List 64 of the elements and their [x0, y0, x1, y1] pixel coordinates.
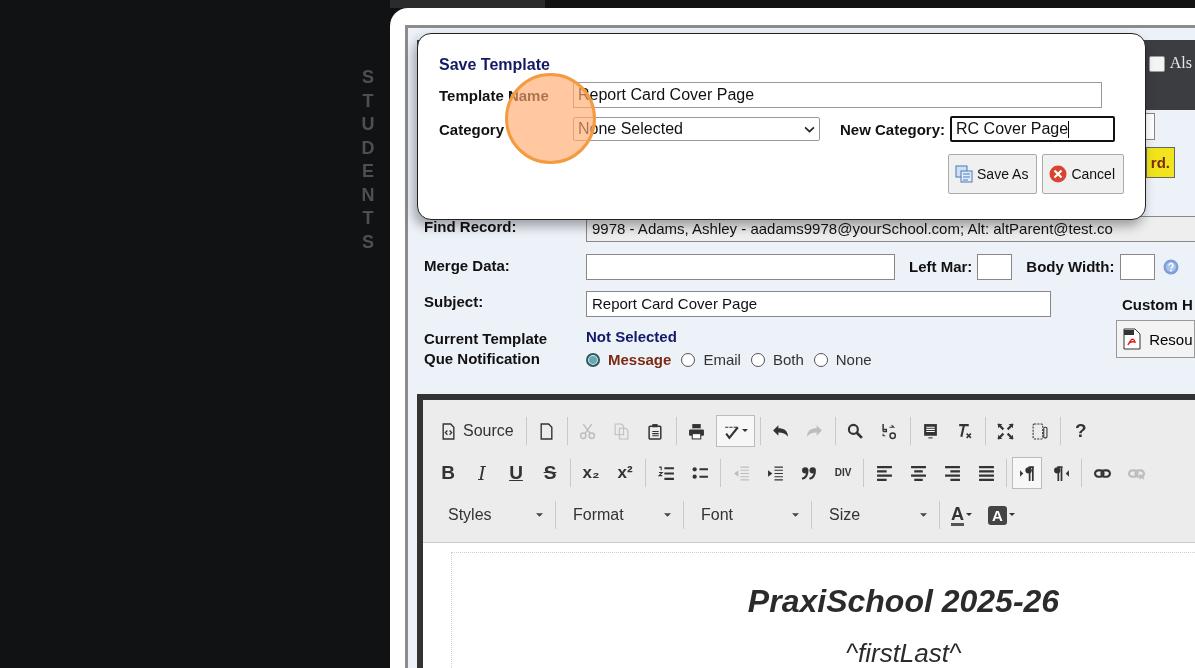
italic-button[interactable]: I: [467, 457, 497, 489]
radio-button[interactable]: [681, 352, 696, 367]
bold-button[interactable]: B: [433, 457, 463, 489]
subject-field[interactable]: Report Card Cover Page: [586, 291, 1051, 317]
resource-button[interactable]: Resou: [1116, 320, 1195, 358]
document-text: ^firstLast^: [845, 638, 962, 668]
background-color-button[interactable]: A: [980, 501, 1023, 529]
caret-icon: [1008, 513, 1015, 517]
spellcheck-button[interactable]: [715, 415, 755, 447]
copy-icon: [955, 165, 974, 183]
code-file-icon: [440, 422, 457, 440]
left-to-right-icon[interactable]: [1012, 457, 1042, 489]
caret-icon: [920, 512, 927, 518]
superscript-button[interactable]: x²: [610, 457, 640, 489]
radio-label: None: [835, 351, 872, 368]
caret-icon: [792, 512, 799, 518]
dialog-title: Save Template: [439, 56, 551, 74]
dropdown[interactable]: Format: [559, 501, 684, 529]
field-label: Body Width:: [1026, 257, 1115, 275]
field-label: Category: [439, 120, 506, 138]
div-button[interactable]: DIV: [828, 457, 858, 489]
section-label: Custom H: [1122, 295, 1193, 313]
checkbox[interactable]: [1148, 56, 1165, 72]
subscript-button[interactable]: x₂: [576, 457, 606, 489]
field-label: Find Record:: [423, 217, 518, 235]
radio-label: Email: [703, 351, 741, 368]
field-label: Subject:: [423, 292, 485, 310]
underline-button[interactable]: U: [501, 457, 531, 489]
save-as-button[interactable]: Save As: [948, 154, 1038, 194]
dropdown[interactable]: Styles: [433, 501, 556, 529]
radio-button[interactable]: [586, 352, 600, 367]
text-color-button[interactable]: A: [943, 501, 980, 529]
field-label: Current Template: [423, 330, 549, 347]
left-margin-field[interactable]: [977, 254, 1013, 280]
radio-button[interactable]: [813, 352, 828, 367]
pdf-file-icon: [1123, 328, 1142, 350]
radio-label: Both: [772, 351, 804, 368]
radio-label: Message: [608, 351, 672, 368]
field-label: Left Mar:: [909, 257, 973, 275]
radio-button[interactable]: [750, 352, 765, 367]
help-button[interactable]: ?: [1065, 415, 1096, 447]
caret-icon: [536, 512, 543, 518]
strikethrough-button[interactable]: S: [535, 457, 565, 489]
body-width-field[interactable]: [1119, 254, 1155, 280]
field-label: New Category:: [840, 120, 946, 138]
document-title: PraxiSchool 2025-26: [747, 583, 1060, 620]
close-icon: [1049, 165, 1068, 183]
field-label: Que Notification: [423, 350, 541, 367]
help-icon[interactable]: [1162, 259, 1179, 275]
new-category-field[interactable]: RC Cover Page: [950, 116, 1116, 142]
source-button[interactable]: Source: [433, 415, 521, 447]
checkbox-label: Als: [1169, 54, 1192, 72]
cancel-button[interactable]: Cancel: [1042, 154, 1124, 194]
notice-badge: rd.: [1145, 147, 1175, 178]
field-label: Merge Data:: [423, 256, 511, 274]
vertical-label: STUDENTS: [360, 66, 376, 254]
caret-icon: [664, 512, 671, 518]
caret-icon: [966, 513, 972, 517]
chevron-down-icon: [804, 125, 815, 133]
merge-data-field[interactable]: [586, 254, 895, 280]
dropdown[interactable]: Font: [687, 501, 812, 529]
template-value: Not Selected: [586, 328, 678, 345]
caret-icon: [741, 429, 748, 433]
dropdown[interactable]: Size: [815, 501, 940, 529]
